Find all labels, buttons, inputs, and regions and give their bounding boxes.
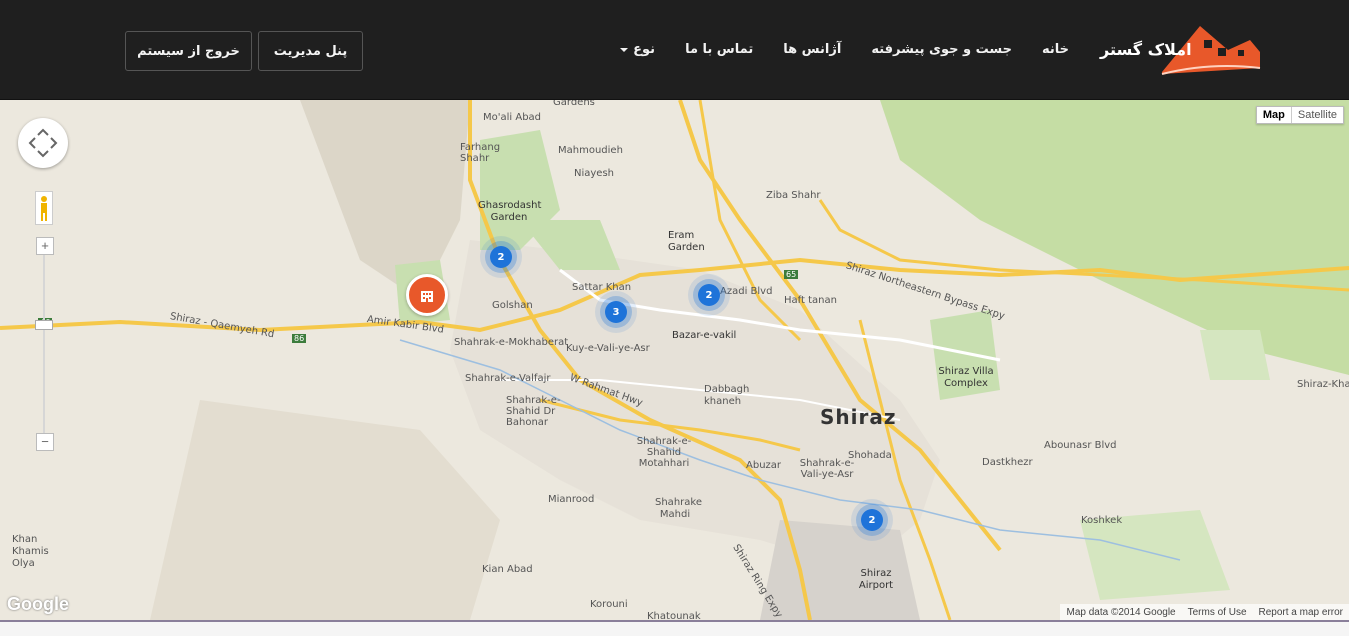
label-moali-abad: Mo'ali Abad [483,112,542,123]
road-shield-65: 65 [784,270,799,279]
zoom-track[interactable] [43,247,45,447]
report-error-link[interactable]: Report a map error [1259,607,1343,618]
brand-name: املاک گستر [1100,40,1192,59]
label-farhang-shahr: Farhang Shahr [460,142,501,164]
google-logo[interactable]: Google [7,594,69,615]
label-gardens: Gardens [553,100,595,108]
label-bazar-vakil: Bazar-e-vakil [672,330,737,341]
street-view-pegman[interactable] [35,191,53,225]
label-shahrak-vali: Shahrak-e-Vali-ye-Asr [799,458,855,480]
admin-panel-button[interactable]: پنل مدیریت [258,31,363,71]
label-shahrak-valfajr: Shahrak-e-Valfajr [465,373,551,384]
map-data-credit: Map data ©2014 Google [1066,606,1176,618]
label-airport: Shiraz Airport [858,568,894,591]
map-type-satellite[interactable]: Satellite [1292,107,1343,123]
label-mianrood: Mianrood [548,494,595,505]
label-dastkhezr: Dastkhezr [982,457,1033,468]
logout-button[interactable]: خروج از سیستم [125,31,252,71]
map-base-layer [0,100,1349,620]
label-shahrake-mahdi: Shahrake Mahdi [655,497,702,520]
label-city-shiraz: Shiraz [820,405,897,429]
navbar: املاک گستر خانه جست و جوی پیشرفته آژانس … [0,0,1349,100]
label-villa-complex: Shiraz Villa Complex [938,366,994,389]
marker-cluster[interactable]: 2 [698,284,720,306]
label-shahrak-motahhari: Shahrak-e-Shahid Motahhari [636,436,692,469]
pegman-icon [41,196,47,221]
label-shiraz-khan: Shiraz-Khan [1297,379,1349,390]
label-haft-tanan: Haft tanan [784,295,837,306]
nav-agencies[interactable]: آژانس ها [783,42,841,57]
label-abounasr: Abounasr Blvd [1044,440,1117,451]
nav-type-dropdown[interactable]: نوع [620,42,655,57]
label-sattar-khan: Sattar Khan [572,282,632,293]
label-khatounak: Khatounak [647,611,701,620]
property-marker[interactable] [406,274,448,316]
label-abuzar: Abuzar [746,460,782,471]
nav-advanced-search[interactable]: جست و جوی پیشرفته [871,42,1012,57]
nav-type-label: نوع [633,42,656,57]
label-korouni: Korouni [590,599,628,610]
label-ghasrodasht: Ghasrodasht Garden [478,200,542,223]
building-icon [421,291,433,302]
main-nav: خانه جست و جوی پیشرفته آژانس ها تماس با … [620,0,1069,99]
label-golshan: Golshan [492,300,533,311]
label-niayesh: Niayesh [574,168,615,179]
label-shahrak-bahonar: Shahrak-e-Shahid Dr Bahonar [506,395,561,428]
label-eram: Eram Garden [668,230,705,253]
pan-arrows-icon [28,128,58,158]
road-shield-86: 86 [292,334,307,343]
map-canvas[interactable]: Gardens Mo'ali Abad Farhang Shahr Mahmou… [0,100,1349,620]
label-dabbagh: Dabbagh khaneh [704,384,750,407]
label-shahrak-mokhaberat: Shahrak-e-Mokhaberat [454,337,569,348]
label-khan-khamis: Khan Khamis Olya [12,534,49,569]
terms-of-use-link[interactable]: Terms of Use [1188,607,1247,618]
pan-control[interactable] [18,118,68,168]
label-kuy-vali: Kuy-e-Vali-ye-Asr [566,343,650,354]
nav-contact[interactable]: تماس با ما [685,42,753,57]
map-attribution: Map data ©2014 Google Terms of Use Repor… [1060,604,1349,620]
marker-cluster[interactable]: 2 [861,509,883,531]
zoom-in-button[interactable]: + [36,237,54,255]
label-kian-abad: Kian Abad [482,564,533,575]
zoom-out-button[interactable]: − [36,433,54,451]
label-koshkek: Koshkek [1081,515,1123,526]
nav-home[interactable]: خانه [1042,42,1069,57]
marker-cluster[interactable]: 3 [605,301,627,323]
label-ziba-shahr: Ziba Shahr [766,190,821,201]
zoom-slider-thumb[interactable] [35,320,53,330]
marker-cluster[interactable]: 2 [490,246,512,268]
brand-logo[interactable]: املاک گستر [1100,22,1262,78]
label-azadi-blvd: Azadi Blvd [720,286,773,297]
caret-down-icon [620,47,629,52]
map-type-map[interactable]: Map [1257,107,1292,123]
label-mahmoudieh: Mahmoudieh [558,145,623,156]
map-type-control: Map Satellite [1255,106,1344,124]
